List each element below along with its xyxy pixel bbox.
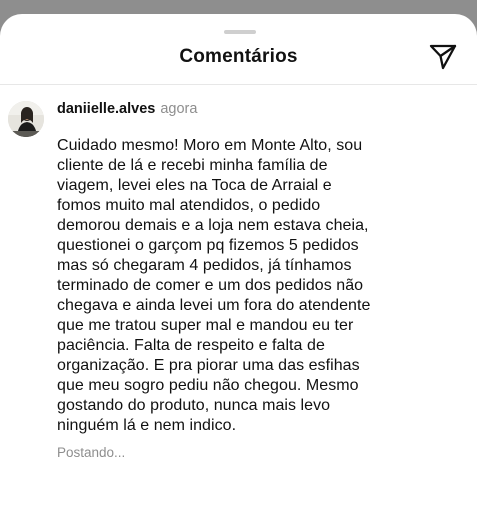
page-title: Comentários	[179, 46, 298, 67]
comment-username[interactable]: daniielle.alves	[57, 101, 155, 117]
comments-header: Comentários	[0, 40, 477, 80]
posting-status: Postando...	[57, 445, 126, 460]
comment-timestamp: agora	[160, 101, 198, 117]
avatar[interactable]	[8, 101, 44, 137]
sheet-drag-handle[interactable]	[224, 30, 256, 34]
user-avatar-icon	[8, 101, 44, 137]
comments-sheet: Comentários daniielle.alves agora Cuidado…	[0, 14, 477, 512]
header-divider	[0, 84, 477, 85]
comment-meta: daniielle.alves agora	[57, 101, 197, 117]
send-icon[interactable]	[428, 42, 458, 72]
comment-text: Cuidado mesmo! Moro em Monte Alto, sou c…	[57, 137, 371, 434]
